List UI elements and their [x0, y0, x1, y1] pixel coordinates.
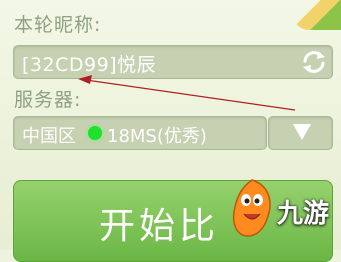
dropdown-arrow-icon [293, 124, 311, 140]
watermark-text: 九游 [277, 199, 330, 229]
start-button-label: 开始比 [99, 206, 220, 247]
nickname-label: 本轮昵称: [14, 14, 102, 36]
nickname-value[interactable]: [32CD99]悦辰 [22, 50, 156, 77]
corner-decoration [293, 0, 341, 30]
nickname-field[interactable]: [32CD99]悦辰 [13, 45, 333, 79]
server-ping: 18MS(优秀) [107, 126, 207, 147]
server-region: 中国区 [22, 126, 76, 147]
server-select[interactable]: 中国区 18MS(优秀) [13, 116, 267, 150]
server-label: 服务器: [14, 89, 82, 111]
login-panel: 本轮昵称: [32CD99]悦辰 服务器: 中国区 18MS(优秀) 开始比 九… [0, 0, 341, 262]
refresh-icon[interactable] [300, 49, 328, 75]
server-dropdown-button[interactable] [268, 116, 333, 150]
status-dot-icon [88, 126, 102, 140]
mascot-logo [232, 179, 271, 237]
